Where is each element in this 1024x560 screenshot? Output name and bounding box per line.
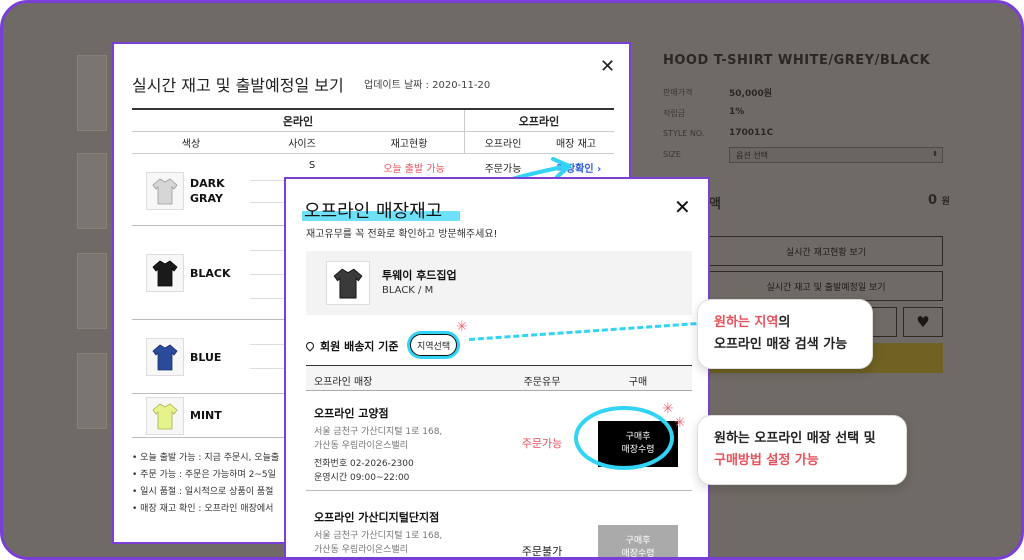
product-option: BLACK / M [382, 285, 434, 296]
store-name: 오프라인 고양점 [314, 407, 389, 420]
chevron-updown-icon: ⬍ [932, 150, 938, 158]
store-contact: 전화번호 02-2026-2300 운영시간 09:00~22:00 [314, 459, 414, 483]
location-pin-icon [304, 340, 316, 352]
col-size: 사이즈 [288, 139, 316, 150]
note-line: • 오늘 출발 가능 : 지금 주문시, 오늘출 [132, 453, 280, 463]
bg-points-row: 적립금 1% [663, 107, 745, 118]
product-thumbnail [326, 261, 370, 305]
product-thumbnail [146, 254, 184, 292]
store-table-header: 오프라인 매장 주문유무 구매 [306, 365, 692, 391]
note-line: • 매장 재고 확인 : 오프라인 매장에서 [132, 504, 274, 514]
col-color: 색상 [181, 139, 201, 150]
sparkle-icon: ✳ [662, 401, 674, 417]
close-icon[interactable]: ✕ [674, 195, 691, 219]
col-store: 오프라인 매장 [314, 377, 373, 388]
bg-style-row: STYLE NO. 170011C [663, 128, 774, 138]
order-status: 주문불가 [521, 545, 563, 558]
modal-title: 실시간 재고 및 출발예정일 보기 [132, 76, 344, 95]
stock-table: 온라인 오프라인 색상 사이즈 재고현황 오프라인 매장 재고 [132, 108, 614, 154]
modal-subtitle: 재고유무를 꼭 전화로 확인하고 방문해주세요! [306, 229, 498, 240]
bg-stock-button[interactable]: 실시간 재고현황 보기 [709, 236, 943, 266]
table-group-header: 온라인 오프라인 [132, 108, 614, 132]
table-column-header: 색상 사이즈 재고현황 오프라인 매장 재고 [132, 132, 614, 154]
heart-icon[interactable]: ♥ [903, 307, 943, 337]
note-line: • 주문 가능 : 주문은 가능하며 2~5일 [132, 470, 276, 480]
product-color-name: DARK GRAY [190, 177, 225, 205]
region-select-button[interactable]: 지역선택 [410, 334, 458, 356]
sparkle-icon: ✳ [456, 319, 468, 335]
product-name: 투웨이 후드집업 [382, 269, 457, 282]
product-thumbnail [146, 397, 184, 435]
bg-price-row: 판매가격 50,000원 [663, 88, 773, 99]
col-offline: 오프라인 [484, 139, 522, 150]
callout-region-search: 원하는 지역의 오프라인 매장 검색 가능 [697, 299, 873, 369]
product-color-name: BLUE [190, 351, 222, 364]
screenshot-frame: HOOD T-SHIRT WHITE/GREY/BLACK 판매가격 50,000… [0, 0, 1024, 560]
callout-store-select: 원하는 오프라인 매장 선택 및 구매방법 설정 가능 [697, 415, 907, 485]
close-icon[interactable]: ✕ [600, 56, 615, 77]
col-order: 주문유무 [523, 377, 561, 388]
group-offline: 오프라인 [518, 114, 560, 128]
bg-total-label: 액 [709, 197, 721, 212]
product-color-name: MINT [190, 409, 222, 422]
bg-size-select[interactable]: 옵션 선택 ⬍ [729, 147, 943, 163]
col-stock: 재고현황 [390, 139, 428, 150]
store-name: 오프라인 가산디지털단지점 [314, 511, 440, 524]
bg-thumbnail [77, 153, 107, 229]
product-color-name: BLACK [190, 267, 231, 280]
bg-ship-button[interactable]: 실시간 재고 및 출발예정일 보기 [709, 271, 943, 301]
bg-total-value: 0 원 [928, 193, 950, 208]
product-thumbnail [146, 172, 184, 210]
sparkle-icon: ✳ [674, 415, 686, 431]
pickup-button[interactable]: 구매후 매장수령 [598, 525, 678, 557]
bg-thumbnail [77, 253, 107, 329]
store-address: 서울 금천구 가산디지털 1로 168, 가산동 우림라이온스밸리 [314, 427, 443, 451]
update-date: 업데이트 날짜 : 2020-11-20 [364, 80, 491, 91]
col-buy: 구매 [628, 377, 648, 388]
product-thumbnail [146, 338, 184, 376]
delivery-basis: 회원 배송지 기준 [304, 338, 399, 354]
offline-store-modal: 오프라인 매장재고 ✕ 재고유무를 꼭 전화로 확인하고 방문해주세요! 투웨이… [284, 177, 710, 558]
bg-size-label: SIZE [663, 150, 681, 159]
selected-product: 투웨이 후드집업 BLACK / M [306, 251, 692, 315]
bg-thumbnail [77, 353, 107, 429]
store-address: 서울 금천구 가산디지털 1로 168, 가산동 우림라이온스밸리 [314, 531, 443, 555]
note-line: • 일시 품절 : 일시적으로 상품이 품절 [132, 487, 274, 497]
stock-legend-notes: • 오늘 출발 가능 : 지금 주문시, 오늘출 • 주문 가능 : 주문은 가… [132, 450, 279, 518]
list-item: 오프라인 가산디지털단지점 서울 금천구 가산디지털 1로 168, 가산동 우… [306, 491, 692, 558]
bg-product-title: HOOD T-SHIRT WHITE/GREY/BLACK [663, 53, 931, 68]
modal-title: 오프라인 매장재고 [304, 201, 443, 222]
bg-thumbnail [77, 55, 107, 131]
size-value: S [308, 160, 316, 171]
group-online: 온라인 [282, 114, 314, 128]
col-store-stock: 매장 재고 [556, 139, 596, 150]
